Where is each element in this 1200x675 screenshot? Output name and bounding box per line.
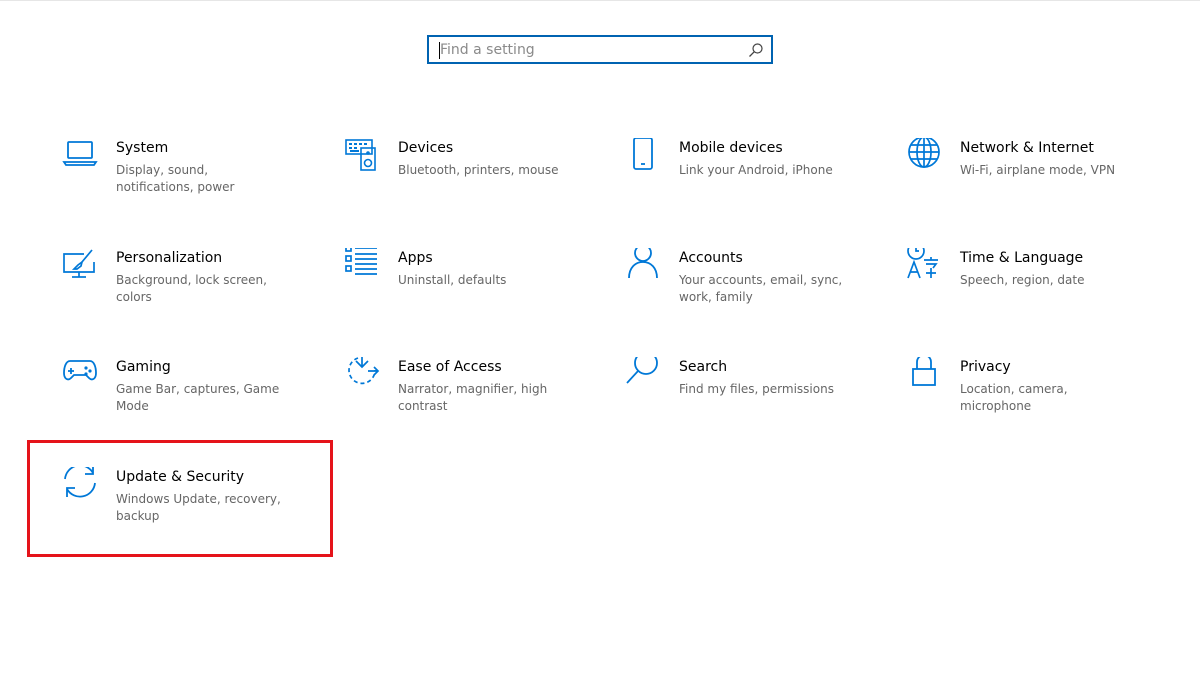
tile-title: Ease of Access — [398, 359, 502, 375]
tile-gaming[interactable]: Gaming Game Bar, captures, Game Mode — [62, 357, 332, 437]
settings-search-box[interactable] — [427, 35, 773, 64]
tile-description: Background, lock screen, colors — [116, 273, 267, 304]
globe-icon — [906, 138, 942, 174]
keyboard-speaker-icon — [344, 138, 380, 174]
tile-ease-of-access[interactable]: Ease of Access Narrator, magnifier, high… — [344, 357, 614, 437]
tile-description: Speech, region, date — [960, 273, 1085, 287]
laptop-icon — [62, 138, 98, 174]
settings-page: System Display, sound, notifications, po… — [0, 0, 1200, 675]
tile-description: Uninstall, defaults — [398, 273, 507, 287]
tile-title: Devices — [398, 140, 454, 156]
tile-search[interactable]: Search Find my files, permissions — [625, 357, 895, 437]
tile-title: Apps — [398, 250, 433, 266]
tile-title: Accounts — [679, 250, 743, 266]
top-divider — [0, 0, 1200, 1]
tile-description: Find my files, permissions — [679, 382, 834, 396]
tile-title: Time & Language — [960, 250, 1084, 266]
paintbrush-monitor-icon — [62, 248, 98, 284]
tile-system[interactable]: System Display, sound, notifications, po… — [62, 138, 332, 218]
tile-title: Personalization — [116, 250, 223, 266]
tile-title: Mobile devices — [679, 140, 783, 156]
tile-description: Display, sound, notifications, power — [116, 163, 235, 194]
tile-title: Gaming — [116, 359, 171, 375]
tile-title: Network & Internet — [960, 140, 1094, 156]
search-magnifier-icon — [625, 357, 661, 393]
tile-title: Search — [679, 359, 728, 375]
tile-description: Bluetooth, printers, mouse — [398, 163, 559, 177]
tile-personalization[interactable]: Personalization Background, lock screen,… — [62, 248, 332, 328]
phone-icon — [625, 138, 661, 174]
tile-network-internet[interactable]: Network & Internet Wi-Fi, airplane mode,… — [906, 138, 1176, 218]
tile-title: System — [116, 140, 169, 156]
tile-time-language[interactable]: Time & Language Speech, region, date — [906, 248, 1176, 328]
tile-title: Privacy — [960, 359, 1011, 375]
tile-accounts[interactable]: Accounts Your accounts, email, sync, wor… — [625, 248, 895, 328]
search-input[interactable] — [440, 39, 740, 60]
tile-description: Wi-Fi, airplane mode, VPN — [960, 163, 1116, 177]
apps-list-icon — [344, 248, 380, 284]
tile-description: Your accounts, email, sync, work, family — [679, 273, 843, 304]
highlight-box — [27, 440, 333, 557]
tile-description: Location, camera, microphone — [960, 382, 1068, 413]
search-icon[interactable] — [748, 42, 764, 58]
tile-description: Link your Android, iPhone — [679, 163, 833, 177]
tile-apps[interactable]: Apps Uninstall, defaults — [344, 248, 614, 328]
tile-privacy[interactable]: Privacy Location, camera, microphone — [906, 357, 1176, 437]
gamepad-icon — [62, 357, 98, 393]
tile-description: Game Bar, captures, Game Mode — [116, 382, 280, 413]
ease-of-access-icon — [344, 357, 380, 393]
tile-mobile-devices[interactable]: Mobile devices Link your Android, iPhone — [625, 138, 895, 218]
person-icon — [625, 248, 661, 284]
lock-icon — [906, 357, 942, 393]
time-language-icon — [906, 248, 942, 284]
tile-description: Narrator, magnifier, high contrast — [398, 382, 548, 413]
tile-devices[interactable]: Devices Bluetooth, printers, mouse — [344, 138, 614, 218]
